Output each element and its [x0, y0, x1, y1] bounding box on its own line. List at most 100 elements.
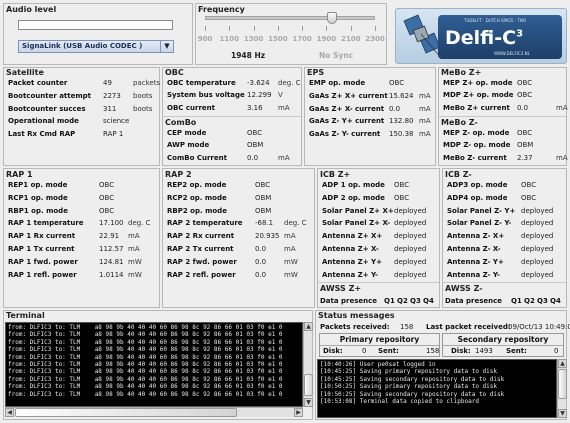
data-row: Operational mode science — [8, 115, 163, 127]
frequency-slider-track[interactable] — [205, 16, 375, 20]
frequency-tick — [229, 26, 231, 31]
row-label: Bootcounter succes — [8, 104, 86, 113]
terminal-line: from: DLFIC3 to: TLM a8 98 9b 40 40 40 6… — [8, 331, 283, 339]
awss-zminus-row: Data presence Q1 Q2 Q3 Q4 — [445, 295, 564, 307]
status-title: Status messages — [318, 311, 395, 320]
awss-zplus-label: Data presence — [320, 297, 378, 305]
row-value: 112.57 — [99, 245, 124, 253]
rap2-panel: RAP 2 REP2 op. mode OBC RCP2 op. mode OBM RB… — [162, 168, 315, 308]
terminal-line: from: DLFIC3 to: TLM a8 98 9b 40 40 40 6… — [8, 368, 283, 376]
terminal-line: from: DLFIC3 to: TLM a8 98 9b 40 40 40 6… — [8, 346, 283, 354]
data-row: ADP 2 op. mode OBC — [322, 192, 443, 204]
chevron-down-icon[interactable]: ▼ — [160, 41, 173, 52]
terminal-line: from: DLFIC3 to: TLM a8 98 9b 40 40 40 6… — [8, 361, 283, 369]
row-value: OBC — [394, 181, 410, 189]
data-row: RAP 1 temperature 17.100 deg. C — [8, 217, 163, 229]
scroll-right-icon[interactable]: ▶ — [294, 408, 303, 417]
row-value: 12.299 — [247, 91, 272, 100]
row-value: 3.16 — [247, 103, 263, 112]
data-row: REP1 op. mode OBC — [8, 179, 163, 191]
row-unit: mA — [284, 232, 296, 241]
row-unit: mA — [128, 245, 140, 253]
row-value: deployed — [521, 257, 554, 266]
row-label: REP2 op. mode — [167, 181, 227, 189]
row-unit: mA — [278, 103, 290, 112]
row-label: Packet counter — [8, 79, 68, 87]
data-row: Bootcounter succes 311 boots — [8, 103, 163, 115]
data-row: MeBo Z- current 2.37 mA — [443, 152, 570, 164]
obc-title: OBC — [165, 68, 184, 77]
secondary-disk-value: 1493 — [475, 347, 493, 355]
row-value: deployed — [521, 219, 554, 228]
data-row: RAP 2 fwd. power 0.0 mW — [167, 256, 318, 268]
scroll-up-icon[interactable]: ▲ — [304, 322, 313, 331]
mebo-zplus-title: MeBo Z+ — [441, 68, 482, 77]
data-row: Last Rx Cmd RAP RAP 1 — [8, 128, 163, 140]
rap2-title: RAP 2 — [165, 170, 192, 179]
data-row: Antenna Z+ Y-deployed — [322, 269, 443, 281]
frequency-slider-thumb[interactable] — [327, 12, 338, 24]
logo-bottom-line: WWW.DELFIC3.NL — [494, 51, 530, 56]
audio-device-select[interactable]: SignaLink (USB Audio CODEC ) ▼ — [18, 40, 174, 53]
row-value: 2273 — [103, 91, 121, 100]
row-value: 0.0 — [255, 270, 267, 279]
audio-level-title: Audio level — [6, 5, 57, 14]
row-label: RAP 1 Rx current — [8, 232, 76, 241]
row-value: -68.1 — [255, 219, 274, 228]
scroll-down-icon[interactable]: ▼ — [304, 398, 313, 407]
icb-zminus-title: ICB Z- — [445, 170, 472, 179]
icb-zminus-panel: ICB Z- ADP3 op. mode OBC ADP4 op. mode OBC S… — [442, 168, 567, 308]
row-value: OBC — [394, 193, 410, 202]
row-unit: mA — [284, 245, 296, 253]
terminal-line: from: DLFIC3 to: TLM a8 98 9b 40 40 40 6… — [8, 338, 283, 346]
status-log-scroll-thumb[interactable] — [558, 369, 567, 399]
terminal-vertical-scrollbar[interactable]: ▲ ▼ — [303, 322, 313, 407]
row-label: RAP 1 temperature — [8, 219, 84, 228]
data-row: Packet counter 49 packets — [8, 77, 163, 89]
scroll-left-icon[interactable]: ◀ — [5, 408, 14, 417]
scroll-up-icon[interactable]: ▲ — [558, 359, 567, 368]
row-label: GaAs Z- Y- current — [309, 130, 381, 139]
row-unit: boots — [133, 91, 153, 100]
terminal-hscroll-thumb[interactable] — [15, 408, 237, 417]
logo-sup: 3 — [516, 28, 524, 40]
terminal-vscroll-thumb[interactable] — [304, 374, 313, 396]
row-value: 0.0 — [517, 103, 529, 112]
row-unit: deg. C — [128, 219, 151, 228]
status-log-line: [10:45:25] Saving secondary repository d… — [320, 375, 505, 383]
data-row: GaAs Z- Y+ current 132.80 mA — [309, 115, 439, 127]
row-label: ADP 1 op. mode — [322, 181, 385, 189]
row-value: OBM — [255, 193, 272, 202]
status-log-lines: [10:40:26] User pe0sat logged in [10:45:2… — [318, 360, 556, 405]
frequency-tick-label: 2100 — [340, 35, 361, 43]
status-log[interactable]: [10:40:26] User pe0sat logged in [10:45:2… — [317, 359, 557, 418]
awss-zplus-q4: Q4 — [423, 297, 434, 305]
row-unit: mW — [128, 270, 142, 279]
frequency-tick-label: 1900 — [316, 35, 337, 43]
terminal-lines: from: DLFIC3 to: TLM a8 98 9b 40 40 40 6… — [6, 323, 302, 398]
terminal-output[interactable]: from: DLFIC3 to: TLM a8 98 9b 40 40 40 6… — [5, 322, 303, 407]
terminal-line: from: DLFIC3 to: TLM a8 98 9b 40 40 40 6… — [8, 390, 283, 398]
row-unit: mA — [128, 232, 140, 241]
data-row: MEP Z- op. mode OBC — [443, 127, 570, 139]
row-value: OBM — [517, 141, 534, 150]
frequency-tick-label: 1700 — [292, 35, 312, 43]
last-packet-value: 09/Oct/13 10:49:08 — [508, 323, 570, 331]
status-log-line: [10:45:25] Saving primary repository dat… — [320, 368, 498, 376]
eps-title: EPS — [307, 68, 325, 77]
rap1-title: RAP 1 — [6, 170, 33, 179]
data-row: AWP mode OBM — [167, 139, 305, 151]
status-log-scrollbar[interactable]: ▲ ▼ — [557, 359, 567, 418]
eps-panel: EPS EMP op. mode OBC GaAs Z+ X+ current 15.… — [304, 67, 436, 166]
terminal-horizontal-scrollbar[interactable]: ◀ ▶ — [5, 407, 303, 417]
scroll-down-icon[interactable]: ▼ — [558, 409, 567, 418]
row-unit: boots — [133, 104, 153, 113]
row-label: Solar Panel Z+ X- — [322, 219, 391, 228]
icb-zplus-divider — [318, 282, 439, 283]
row-label: RAP 2 refl. power — [167, 270, 236, 279]
data-row: OBC current 3.16 mA — [167, 102, 305, 114]
row-label: Last Rx Cmd RAP — [8, 130, 76, 139]
row-value: 20.935 — [255, 232, 280, 241]
data-row: GaAs Z- Y- current 150.38 mA — [309, 128, 439, 140]
primary-sent-value: 158 — [426, 347, 440, 355]
